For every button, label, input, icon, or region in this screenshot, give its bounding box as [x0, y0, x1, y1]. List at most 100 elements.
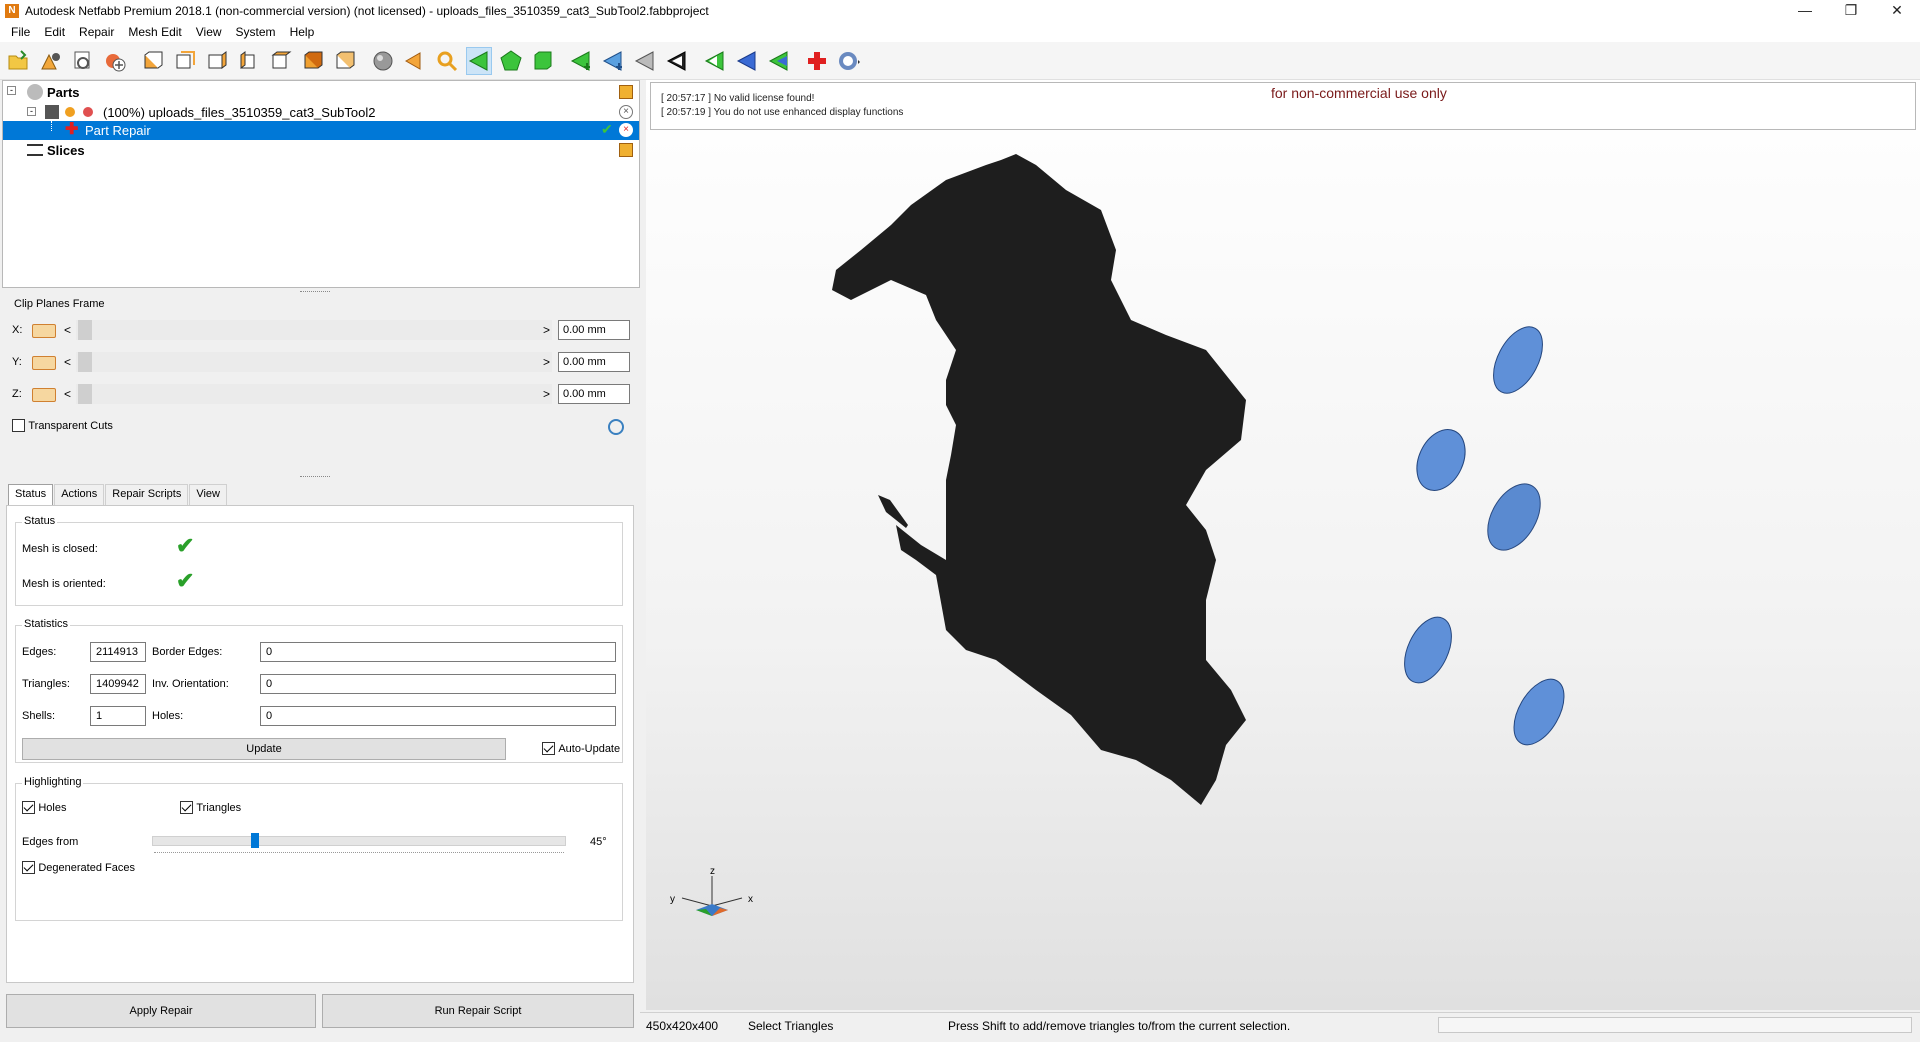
slider-right-arrow[interactable]: > — [543, 355, 550, 369]
clip-slider-track[interactable] — [76, 352, 552, 372]
clip-slider-thumb[interactable] — [78, 384, 92, 404]
clip-x-input[interactable] — [558, 320, 630, 340]
edges-angle-slider[interactable] — [152, 836, 566, 846]
tab-view[interactable]: View — [189, 484, 227, 506]
select-brush-icon[interactable] — [632, 47, 658, 75]
slider-right-arrow[interactable]: > — [543, 323, 550, 337]
transparent-cuts-checkbox[interactable] — [12, 419, 25, 433]
slider-left-arrow[interactable]: < — [64, 387, 71, 401]
restore-button[interactable]: ❐ — [1828, 0, 1874, 22]
select-shell-icon[interactable] — [530, 47, 556, 75]
clip-slider-thumb[interactable] — [78, 320, 92, 340]
select-outside-icon[interactable] — [600, 47, 626, 75]
folder-open-icon[interactable] — [619, 143, 633, 157]
add-part-icon[interactable] — [38, 47, 64, 75]
transparent-cuts-option[interactable]: Transparent Cuts — [12, 418, 113, 433]
view-bottom-icon[interactable] — [300, 47, 326, 75]
holes-option[interactable]: Holes — [22, 800, 66, 815]
update-button[interactable]: Update — [22, 738, 506, 760]
auto-update-checkbox[interactable] — [542, 742, 555, 756]
menu-edit[interactable]: Edit — [37, 25, 72, 39]
slider-left-arrow[interactable]: < — [64, 323, 71, 337]
tree-parts-row[interactable]: - Parts — [3, 83, 639, 102]
apply-repair-button[interactable]: Apply Repair — [6, 994, 316, 1028]
hint-text: Press Shift to add/remove triangles to/f… — [948, 1019, 1291, 1033]
clip-slider-track[interactable] — [76, 320, 552, 340]
clip-toggle[interactable] — [32, 324, 56, 338]
border-edges-field[interactable]: 0 — [260, 642, 616, 662]
select-all-icon[interactable] — [664, 47, 690, 75]
edges-angle-thumb[interactable] — [250, 833, 259, 848]
degenerated-faces-checkbox[interactable] — [22, 861, 35, 875]
minimize-button[interactable]: — — [1782, 0, 1828, 22]
splitter-handle[interactable] — [300, 476, 330, 480]
shells-field[interactable]: 1 — [90, 706, 146, 726]
tree-part-row[interactable]: - (100%) uploads_files_3510359_cat3_SubT… — [3, 103, 639, 122]
clip-toggle[interactable] — [32, 356, 56, 370]
degenerated-faces-option[interactable]: Degenerated Faces — [22, 860, 135, 875]
view-top-icon[interactable] — [268, 47, 294, 75]
view-front-icon[interactable] — [140, 47, 166, 75]
select-surface-icon[interactable] — [498, 47, 524, 75]
triangles-field[interactable]: 1409942 — [90, 674, 146, 694]
tab-status[interactable]: Status — [8, 484, 54, 506]
collapse-icon[interactable]: - — [7, 86, 16, 95]
tab-actions[interactable]: Actions — [54, 484, 105, 506]
view-left-icon[interactable] — [204, 47, 230, 75]
folder-open-icon[interactable] — [619, 85, 633, 99]
zoom-icon[interactable] — [434, 47, 460, 75]
menu-file[interactable]: File — [4, 25, 37, 39]
3d-viewport[interactable] — [646, 80, 1920, 1010]
collapse-icon[interactable]: - — [27, 107, 36, 116]
help-icon[interactable] — [836, 47, 862, 75]
repair-cross-icon: ✚ — [65, 121, 79, 138]
menu-view[interactable]: View — [189, 25, 229, 39]
back-icon[interactable] — [702, 47, 728, 75]
menu-mesh-edit[interactable]: Mesh Edit — [121, 25, 188, 39]
pan-arrow-icon[interactable] — [402, 47, 428, 75]
confirm-repair-icon[interactable]: ✔ — [601, 122, 615, 136]
reset-icon[interactable] — [608, 419, 624, 435]
forward-icon[interactable] — [734, 47, 760, 75]
holes-field[interactable]: 0 — [260, 706, 616, 726]
select-inside-icon[interactable] — [568, 47, 594, 75]
view-right-icon[interactable] — [236, 47, 262, 75]
license-notice: for non-commercial use only — [1271, 85, 1447, 101]
clip-slider-thumb[interactable] — [78, 352, 92, 372]
cancel-repair-icon[interactable]: × — [619, 123, 633, 137]
triangles-option[interactable]: Triangles — [180, 800, 241, 815]
visibility-icon[interactable] — [65, 107, 75, 117]
clip-z-input[interactable] — [558, 384, 630, 404]
menu-repair[interactable]: Repair — [72, 25, 121, 39]
tab-repair-scripts[interactable]: Repair Scripts — [105, 484, 189, 506]
view-iso-icon[interactable] — [332, 47, 358, 75]
menu-system[interactable]: System — [229, 25, 283, 39]
clip-toggle[interactable] — [32, 388, 56, 402]
clip-y-input[interactable] — [558, 352, 630, 372]
edges-field[interactable]: 2114913 — [90, 642, 146, 662]
view-back-icon[interactable] — [172, 47, 198, 75]
axis-z-label: z — [710, 866, 715, 877]
tree-slices-row[interactable]: Slices — [3, 141, 639, 160]
import-icon[interactable] — [70, 47, 96, 75]
repair-cross-icon[interactable] — [804, 47, 830, 75]
remove-part-icon[interactable]: × — [619, 105, 633, 119]
add-icon[interactable] — [102, 47, 128, 75]
holes-checkbox[interactable] — [22, 801, 35, 815]
invert-icon[interactable] — [766, 47, 792, 75]
slider-right-arrow[interactable]: > — [543, 387, 550, 401]
clip-slider-track[interactable] — [76, 384, 552, 404]
color-icon[interactable] — [83, 107, 93, 117]
auto-update-label: Auto-Update — [558, 742, 621, 755]
triangles-checkbox[interactable] — [180, 801, 193, 815]
run-repair-script-button[interactable]: Run Repair Script — [322, 994, 634, 1028]
sphere-icon[interactable] — [370, 47, 396, 75]
select-triangles-icon[interactable] — [466, 46, 492, 75]
menu-help[interactable]: Help — [283, 25, 322, 39]
open-project-icon[interactable] — [6, 47, 32, 75]
close-button[interactable]: ✕ — [1874, 0, 1920, 22]
auto-update-option[interactable]: Auto-Update — [542, 741, 621, 756]
tree-repair-row[interactable]: ✚ Part Repair ✔ × — [3, 121, 639, 140]
slider-left-arrow[interactable]: < — [64, 355, 71, 369]
inv-orientation-field[interactable]: 0 — [260, 674, 616, 694]
